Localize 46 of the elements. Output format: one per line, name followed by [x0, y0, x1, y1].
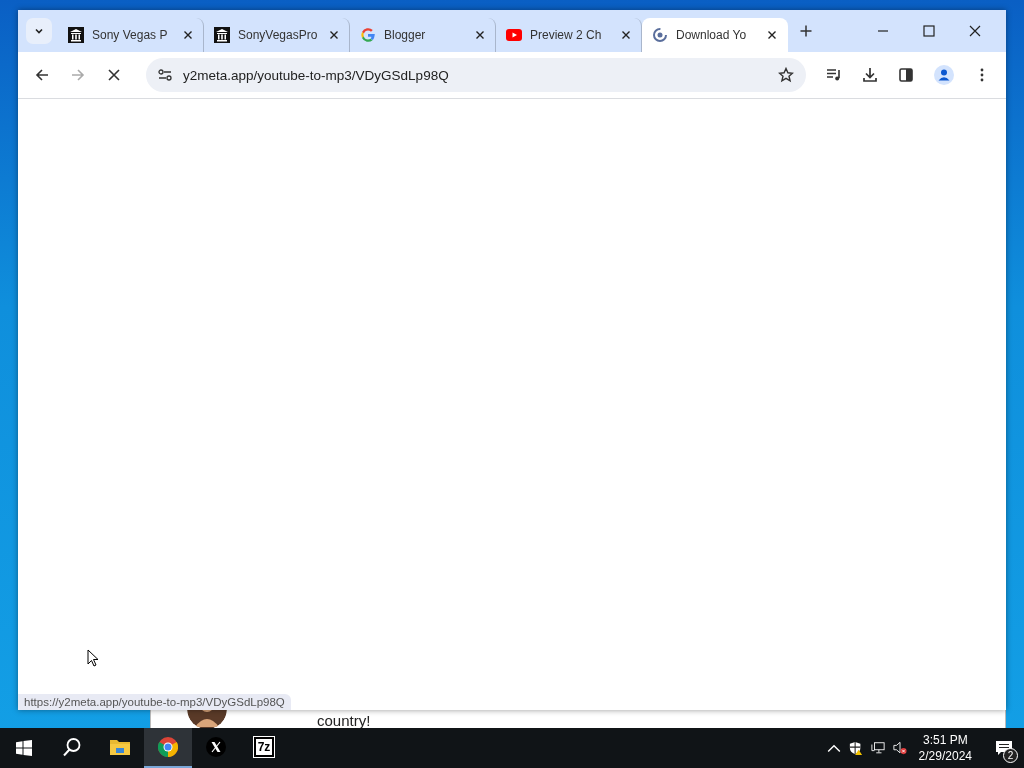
download-icon[interactable] — [862, 67, 878, 83]
network-icon[interactable] — [870, 741, 885, 755]
museum-icon — [214, 27, 230, 43]
muted-speaker-icon[interactable] — [892, 741, 907, 755]
clock-date: 2/29/2024 — [918, 748, 972, 764]
notification-count: 2 — [1003, 748, 1018, 763]
status-url-bubble: https://y2meta.app/youtube-to-mp3/VDyGSdLp98Q — [18, 694, 291, 710]
browser-tab[interactable]: SonyVegasPro — [204, 18, 350, 52]
close-tab-icon[interactable] — [329, 30, 339, 40]
close-icon[interactable] — [969, 25, 981, 37]
taskbar-app[interactable]: 7z — [240, 728, 288, 768]
mouse-cursor-icon — [87, 649, 99, 667]
maximize-icon[interactable] — [923, 25, 935, 37]
media-queue-icon[interactable] — [826, 67, 842, 83]
x-logo-icon — [206, 737, 226, 757]
browser-tab[interactable]: Download Yo — [642, 18, 788, 52]
folder-icon — [110, 737, 130, 757]
close-tab-icon[interactable] — [183, 30, 193, 40]
notifications-button[interactable]: 2 — [984, 728, 1024, 768]
taskbar-app[interactable] — [144, 728, 192, 768]
close-tab-icon[interactable] — [621, 30, 631, 40]
loading-spinner-icon — [652, 27, 668, 43]
address-bar[interactable]: y2meta.app/youtube-to-mp3/VDyGSdLp98Q — [146, 58, 806, 92]
new-tab-icon[interactable] — [800, 25, 812, 37]
google-icon — [360, 27, 376, 43]
bookmark-star-icon[interactable] — [778, 67, 794, 83]
chevron-down-icon — [34, 26, 44, 36]
windows-start-icon[interactable] — [16, 740, 32, 756]
clock-time: 3:51 PM — [922, 732, 968, 748]
side-panel-icon[interactable] — [898, 67, 914, 83]
profile-icon[interactable] — [934, 65, 954, 85]
browser-tab[interactable]: Sony Vegas P — [58, 18, 204, 52]
url-text: y2meta.app/youtube-to-mp3/VDyGSdLp98Q — [183, 67, 450, 83]
museum-icon — [68, 27, 84, 43]
site-settings-icon[interactable] — [158, 69, 172, 81]
chrome-icon — [158, 737, 178, 757]
close-tab-icon[interactable] — [767, 30, 777, 40]
shield-warning-icon[interactable] — [848, 741, 863, 755]
search-icon — [62, 737, 82, 757]
video-play-icon — [506, 27, 522, 43]
back-arrow-icon[interactable] — [34, 67, 50, 83]
browser-tab[interactable]: Preview 2 Ch — [496, 18, 642, 52]
stop-icon[interactable] — [106, 67, 122, 83]
close-tab-icon[interactable] — [475, 30, 485, 40]
browser-tab[interactable]: Blogger — [350, 18, 496, 52]
background-text: country! — [317, 712, 371, 729]
